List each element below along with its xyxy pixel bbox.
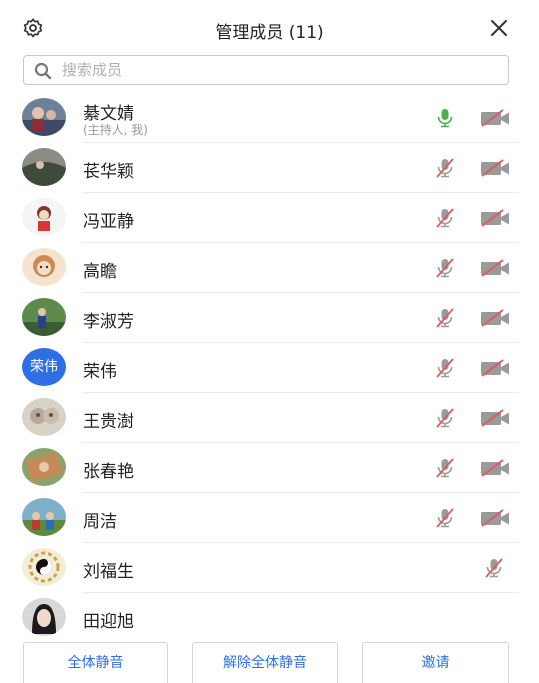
search-icon: [34, 62, 52, 80]
member-row[interactable]: 苌华颖: [0, 143, 539, 193]
member-row[interactable]: 荣伟 荣伟: [0, 343, 539, 393]
member-name: 冯亚静: [83, 212, 134, 232]
camera-off-icon[interactable]: [479, 458, 511, 478]
avatar: [22, 248, 66, 286]
microphone-muted-icon[interactable]: [433, 156, 457, 180]
camera-off-icon[interactable]: [479, 158, 511, 178]
member-name: 李淑芳: [83, 312, 134, 332]
microphone-icon[interactable]: [433, 106, 457, 130]
footer-actions: 全体静音 解除全体静音 邀请: [0, 640, 539, 683]
member-role: (主持人, 我): [83, 123, 148, 137]
camera-off-icon[interactable]: [479, 108, 511, 128]
member-row[interactable]: 张春艳: [0, 443, 539, 493]
member-name: 周洁: [83, 512, 117, 532]
member-row[interactable]: 田迎旭: [0, 593, 539, 643]
member-name: 荣伟: [83, 362, 117, 382]
member-row[interactable]: 王贵澍: [0, 393, 539, 443]
avatar: [22, 148, 66, 186]
member-row[interactable]: 綦文婧 (主持人, 我): [0, 93, 539, 143]
microphone-muted-icon[interactable]: [433, 456, 457, 480]
avatar: [22, 98, 66, 136]
close-icon[interactable]: [489, 18, 509, 38]
camera-off-icon[interactable]: [479, 258, 511, 278]
member-name: 苌华颖: [83, 162, 134, 182]
member-row[interactable]: 高瞻: [0, 243, 539, 293]
member-name: 田迎旭: [83, 612, 134, 632]
search-bar[interactable]: [23, 55, 509, 85]
camera-off-icon[interactable]: [479, 508, 511, 528]
avatar: [22, 398, 66, 436]
avatar: [22, 548, 66, 586]
unmute-all-button[interactable]: 解除全体静音: [192, 642, 338, 683]
microphone-muted-icon[interactable]: [482, 556, 506, 580]
avatar: [22, 498, 66, 536]
avatar: [22, 598, 66, 636]
mute-all-button[interactable]: 全体静音: [23, 642, 168, 683]
member-row[interactable]: 刘福生: [0, 543, 539, 593]
avatar: 荣伟: [22, 348, 66, 386]
camera-off-icon[interactable]: [479, 358, 511, 378]
camera-off-icon[interactable]: [479, 208, 511, 228]
microphone-muted-icon[interactable]: [433, 356, 457, 380]
avatar: [22, 298, 66, 336]
member-row[interactable]: 李淑芳: [0, 293, 539, 343]
avatar: [22, 448, 66, 486]
microphone-muted-icon[interactable]: [433, 206, 457, 230]
member-name: 刘福生: [83, 562, 134, 582]
member-name: 高瞻: [83, 262, 117, 282]
camera-off-icon[interactable]: [479, 408, 511, 428]
member-list: 綦文婧 (主持人, 我) 苌华颖 冯亚静 高瞻 李淑芳 荣伟 荣伟 王贵澍 张春…: [0, 93, 539, 643]
invite-button[interactable]: 邀请: [362, 642, 509, 683]
microphone-muted-icon[interactable]: [433, 256, 457, 280]
member-row[interactable]: 冯亚静: [0, 193, 539, 243]
header: 管理成员 (11): [0, 0, 539, 52]
camera-off-icon[interactable]: [479, 308, 511, 328]
member-name: 王贵澍: [83, 412, 134, 432]
microphone-muted-icon[interactable]: [433, 306, 457, 330]
page-title: 管理成员 (11): [215, 23, 324, 43]
microphone-muted-icon[interactable]: [433, 406, 457, 430]
member-name: 张春艳: [83, 462, 134, 482]
search-input[interactable]: [62, 59, 492, 81]
member-row[interactable]: 周洁: [0, 493, 539, 543]
avatar: [22, 198, 66, 236]
microphone-muted-icon[interactable]: [433, 506, 457, 530]
